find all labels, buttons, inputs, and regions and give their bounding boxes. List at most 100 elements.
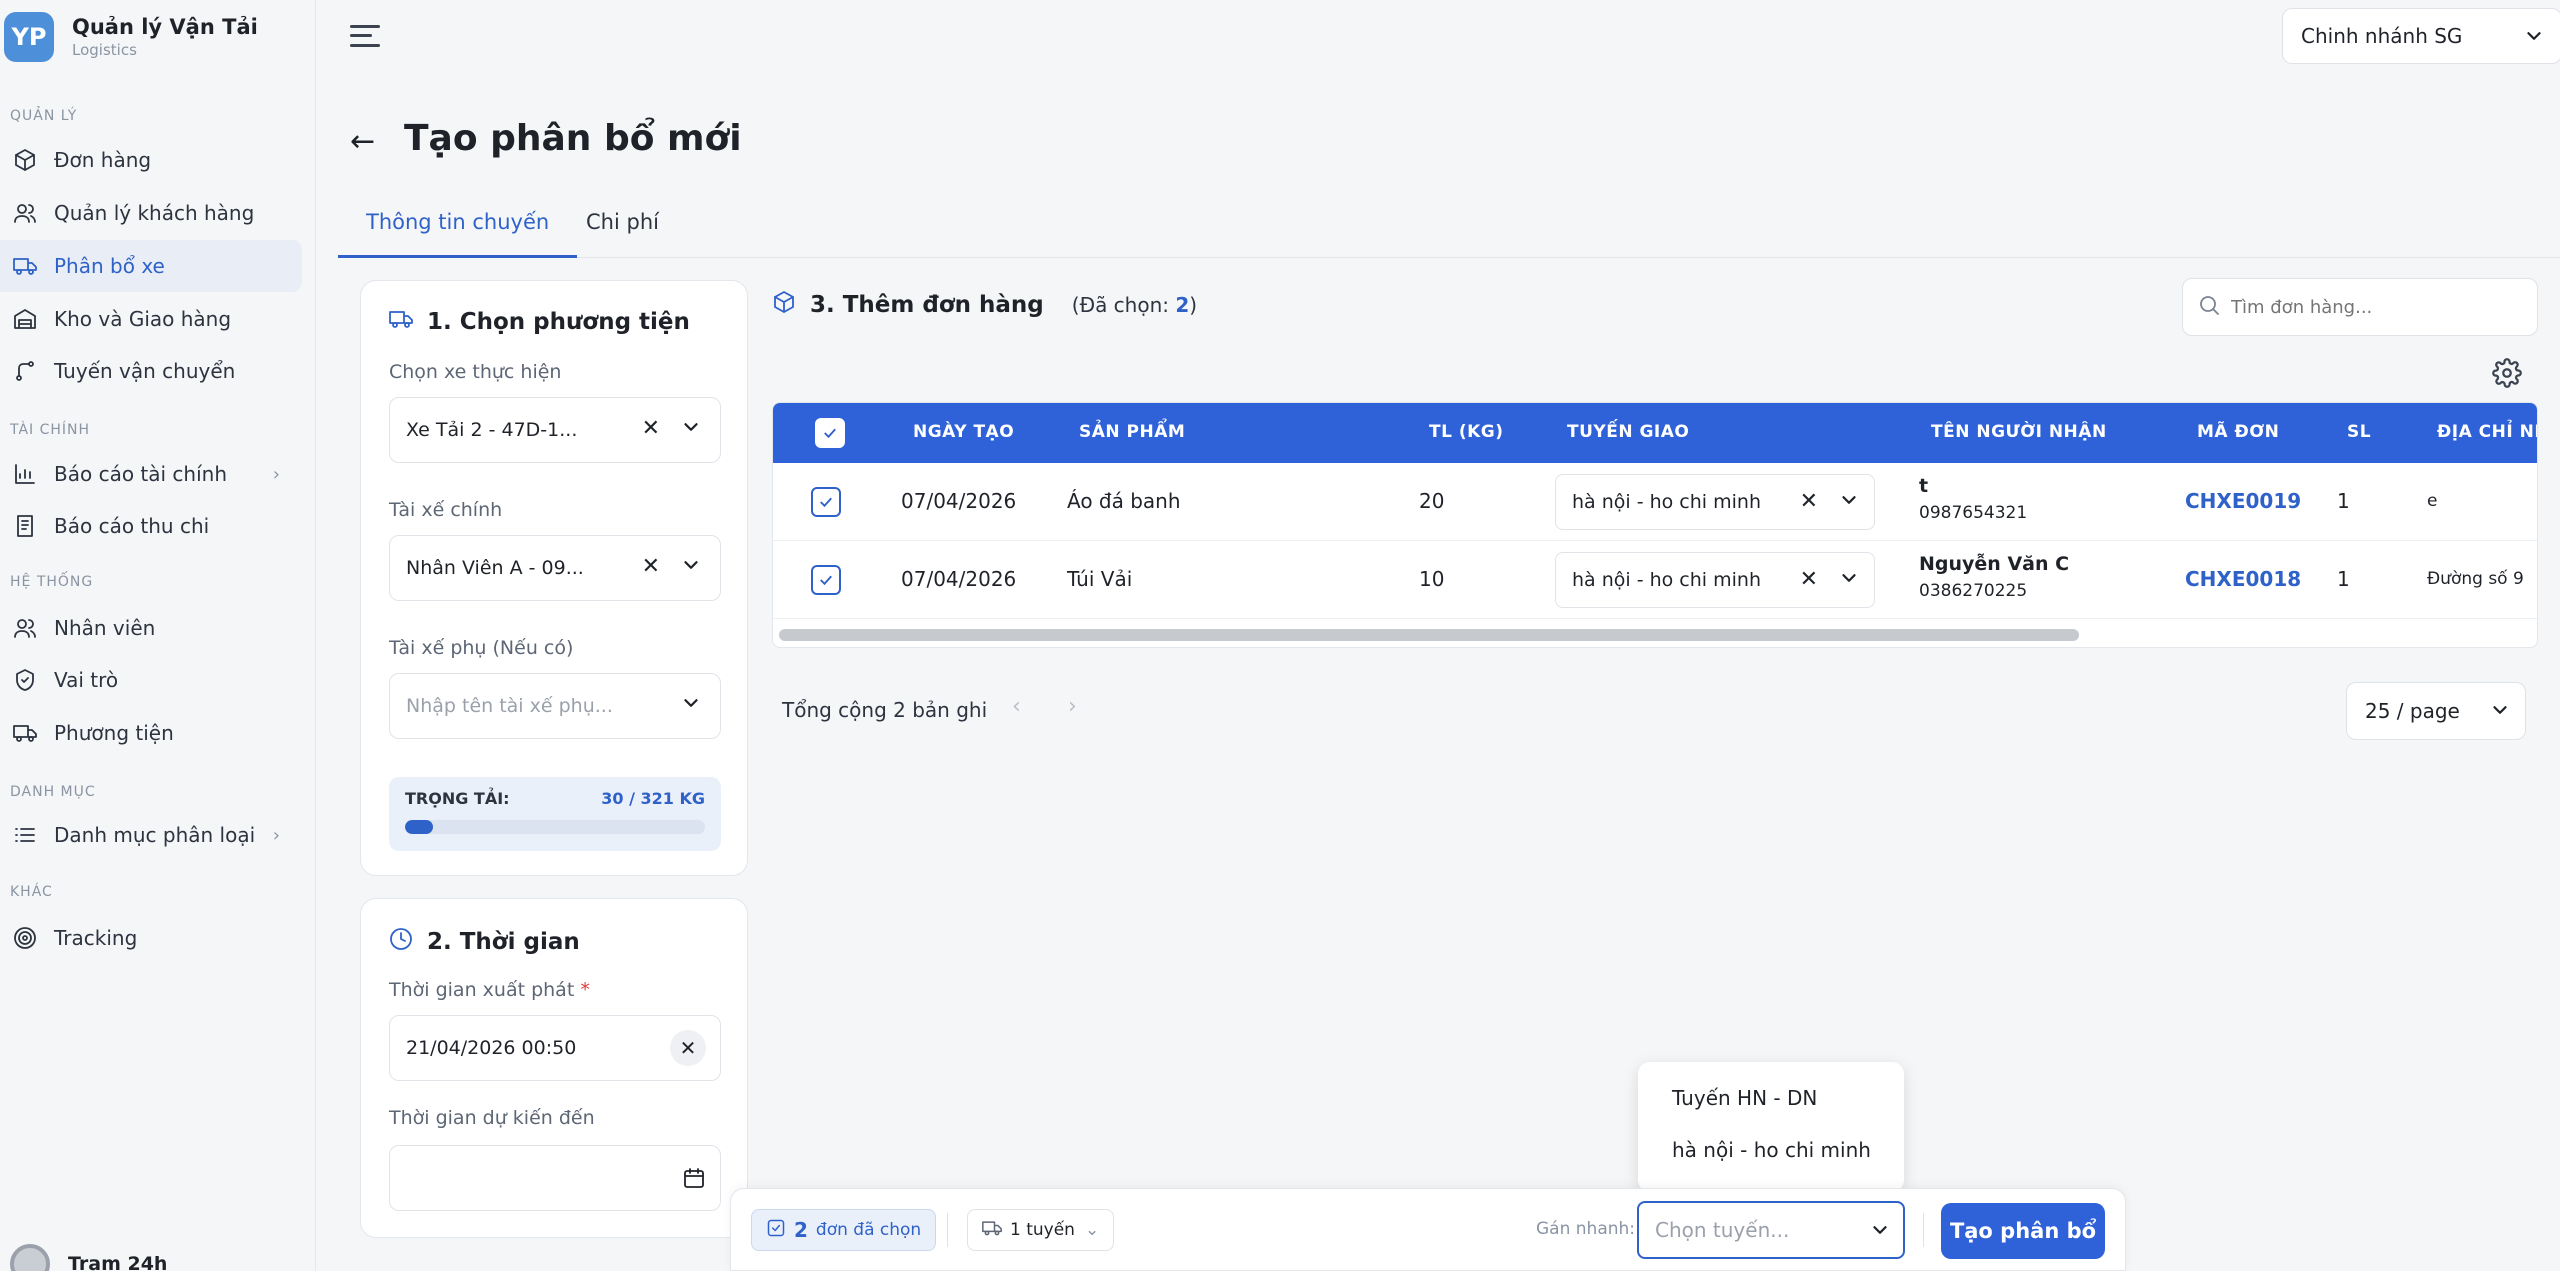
route-value: hà nội - ho chi minh (1572, 569, 1761, 591)
choose-route-select[interactable]: Chọn tuyến... (1637, 1201, 1905, 1259)
truck-icon (12, 253, 38, 279)
row-checkbox[interactable] (811, 487, 841, 517)
load-progress-fill (405, 820, 433, 834)
target-icon (12, 925, 38, 951)
brand[interactable]: YP Quản lý Vận Tải Logistics (4, 12, 258, 62)
cell-address: Đường số 9 (2427, 569, 2524, 589)
depart-datetime-input[interactable]: 21/04/2026 00:50 ✕ (389, 1015, 721, 1081)
sidebar-item-bao-cao-tai-chinh[interactable]: Báo cáo tài chính › (0, 448, 302, 500)
tab-thong-tin-chuyen[interactable]: Thông tin chuyến (338, 210, 578, 258)
sidebar-item-phan-bo-xe[interactable]: Phân bổ xe (0, 240, 302, 292)
route-option[interactable]: Tuyến HN - DN (1672, 1086, 1817, 1110)
sidebar-item-kho[interactable]: Kho và Giao hàng (0, 293, 302, 345)
load-progress-bar (405, 820, 705, 834)
driver-label: Tài xế chính (389, 499, 503, 521)
section-label-quan-ly: QUẢN LÝ (10, 108, 78, 124)
route-select[interactable]: hà nội - ho chi minh ✕ (1555, 552, 1875, 608)
sidebar-item-label: Vai trò (54, 668, 119, 692)
clear-icon[interactable]: ✕ (642, 554, 660, 579)
load-label: TRỌNG TẢI: (405, 789, 510, 808)
truck-icon (982, 1218, 1002, 1243)
sidebar-item-vai-tro[interactable]: Vai trò (0, 654, 302, 706)
gear-icon[interactable] (2492, 358, 2522, 392)
cell-receiver: t (1919, 475, 1929, 497)
order-search[interactable] (2182, 278, 2538, 336)
order-search-input[interactable] (2231, 296, 2511, 318)
page-size-select[interactable]: 25 / page (2346, 682, 2526, 740)
users-icon (12, 615, 38, 641)
col-dia-chi: ĐỊA CHỈ NH (2437, 422, 2538, 442)
check-square-icon (766, 1218, 786, 1243)
branch-value: Chinh nhánh SG (2301, 24, 2463, 48)
cell-phone: 0987654321 (1919, 503, 2028, 523)
menu-toggle-icon[interactable] (350, 22, 380, 50)
route-value: hà nội - ho chi minh (1572, 491, 1761, 513)
order-code-link[interactable]: CHXE0019 (2185, 489, 2301, 513)
next-page-icon[interactable]: › (1068, 694, 1077, 719)
arrive-datetime-input[interactable] (389, 1145, 721, 1211)
table-row[interactable]: 07/04/2026 Túi Vải 10 hà nội - ho chi mi… (773, 541, 2537, 619)
shield-icon (12, 667, 38, 693)
chevron-down-icon (680, 692, 702, 719)
sidebar-item-tracking[interactable]: Tracking (0, 912, 302, 964)
sidebar-item-bao-cao-thu-chi[interactable]: Báo cáo thu chi (0, 500, 302, 552)
tab-chi-phi[interactable]: Chi phí (558, 210, 687, 258)
col-sl: SL (2347, 422, 2372, 442)
back-arrow-icon[interactable]: ← (350, 124, 375, 159)
quick-assign-label: Gán nhanh: (1536, 1219, 1636, 1239)
horizontal-scrollbar[interactable] (779, 629, 2079, 641)
chevron-down-icon: ⌄ (1084, 1220, 1100, 1240)
cell-weight: 20 (1419, 489, 1445, 513)
required-mark: * (580, 979, 590, 1001)
vehicle-value: Xe Tải 2 - 47D-1... (406, 419, 578, 441)
assistant-select[interactable]: Nhập tên tài xế phụ... (389, 673, 721, 739)
col-tuyen-giao: TUYẾN GIAO (1567, 422, 1690, 442)
section-label-tai-chinh: TÀI CHÍNH (10, 422, 91, 438)
calendar-icon[interactable] (682, 1166, 706, 1195)
sidebar-item-tuyen[interactable]: Tuyến vận chuyển (0, 345, 302, 397)
cell-product: Túi Vải (1067, 567, 1133, 591)
col-ten-nguoi-nhan: TÊN NGƯỜI NHẬN (1931, 422, 2107, 442)
driver-value: Nhân Viên A - 09... (406, 557, 584, 579)
user-profile[interactable]: Trạm 24h (10, 1244, 167, 1271)
table-row[interactable]: 07/04/2026 Áo đá banh 20 hà nội - ho chi… (773, 463, 2537, 541)
clear-icon[interactable]: ✕ (670, 1030, 706, 1066)
route-select[interactable]: hà nội - ho chi minh ✕ (1555, 474, 1875, 530)
sidebar-item-don-hang[interactable]: Đơn hàng (0, 134, 302, 186)
create-allocation-button[interactable]: Tạo phân bổ (1941, 1203, 2105, 1259)
receipt-icon (12, 513, 38, 539)
col-tl: TL (KG) (1429, 422, 1504, 442)
routes-pill[interactable]: 1 tuyến ⌄ (967, 1209, 1115, 1251)
selected-count: 2 (1175, 293, 1190, 317)
clear-icon[interactable]: ✕ (642, 416, 660, 441)
user-name: Trạm 24h (68, 1253, 168, 1271)
time-card: 2. Thời gian Thời gian xuất phát * 21/04… (360, 898, 748, 1238)
sidebar-item-khach-hang[interactable]: Quản lý khách hàng (0, 187, 302, 239)
order-code-link[interactable]: CHXE0018 (2185, 567, 2301, 591)
cell-phone: 0386270225 (1919, 581, 2028, 601)
branch-select[interactable]: Chinh nhánh SG (2282, 8, 2560, 64)
chevron-down-icon (680, 554, 702, 581)
route-option[interactable]: hà nội - ho chi minh (1672, 1138, 1871, 1162)
sidebar-item-phuong-tien[interactable]: Phương tiện (0, 707, 302, 759)
routes-label: 1 tuyến (1010, 1220, 1075, 1240)
table-header: NGÀY TẠO SẢN PHẨM TL (KG) TUYẾN GIAO TÊN… (773, 403, 2537, 463)
select-all-checkbox[interactable] (815, 418, 845, 448)
driver-select[interactable]: Nhân Viên A - 09... ✕ (389, 535, 721, 601)
clear-icon[interactable]: ✕ (1800, 489, 1818, 514)
selected-orders-pill[interactable]: 2 đơn đã chọn (751, 1209, 937, 1251)
selected-count-text: (Đã chọn: 2) (1072, 293, 1197, 317)
truck-icon (12, 720, 38, 746)
row-checkbox[interactable] (811, 565, 841, 595)
clear-icon[interactable]: ✕ (1800, 567, 1818, 592)
sidebar-item-label: Báo cáo tài chính (54, 462, 228, 486)
chevron-down-icon (680, 416, 702, 443)
sidebar-item-danh-muc[interactable]: Danh mục phân loại › (0, 809, 302, 861)
vehicle-select[interactable]: Xe Tải 2 - 47D-1... ✕ (389, 397, 721, 463)
sidebar-item-nhan-vien[interactable]: Nhân viên (0, 602, 302, 654)
sidebar: YP Quản lý Vận Tải Logistics QUẢN LÝ Đơn… (0, 0, 316, 1271)
section-label-danh-muc: DANH MỤC (10, 784, 96, 800)
prev-page-icon[interactable]: ‹ (1012, 694, 1021, 719)
orders-table: NGÀY TẠO SẢN PHẨM TL (KG) TUYẾN GIAO TÊN… (772, 402, 2538, 648)
avatar (10, 1244, 50, 1271)
